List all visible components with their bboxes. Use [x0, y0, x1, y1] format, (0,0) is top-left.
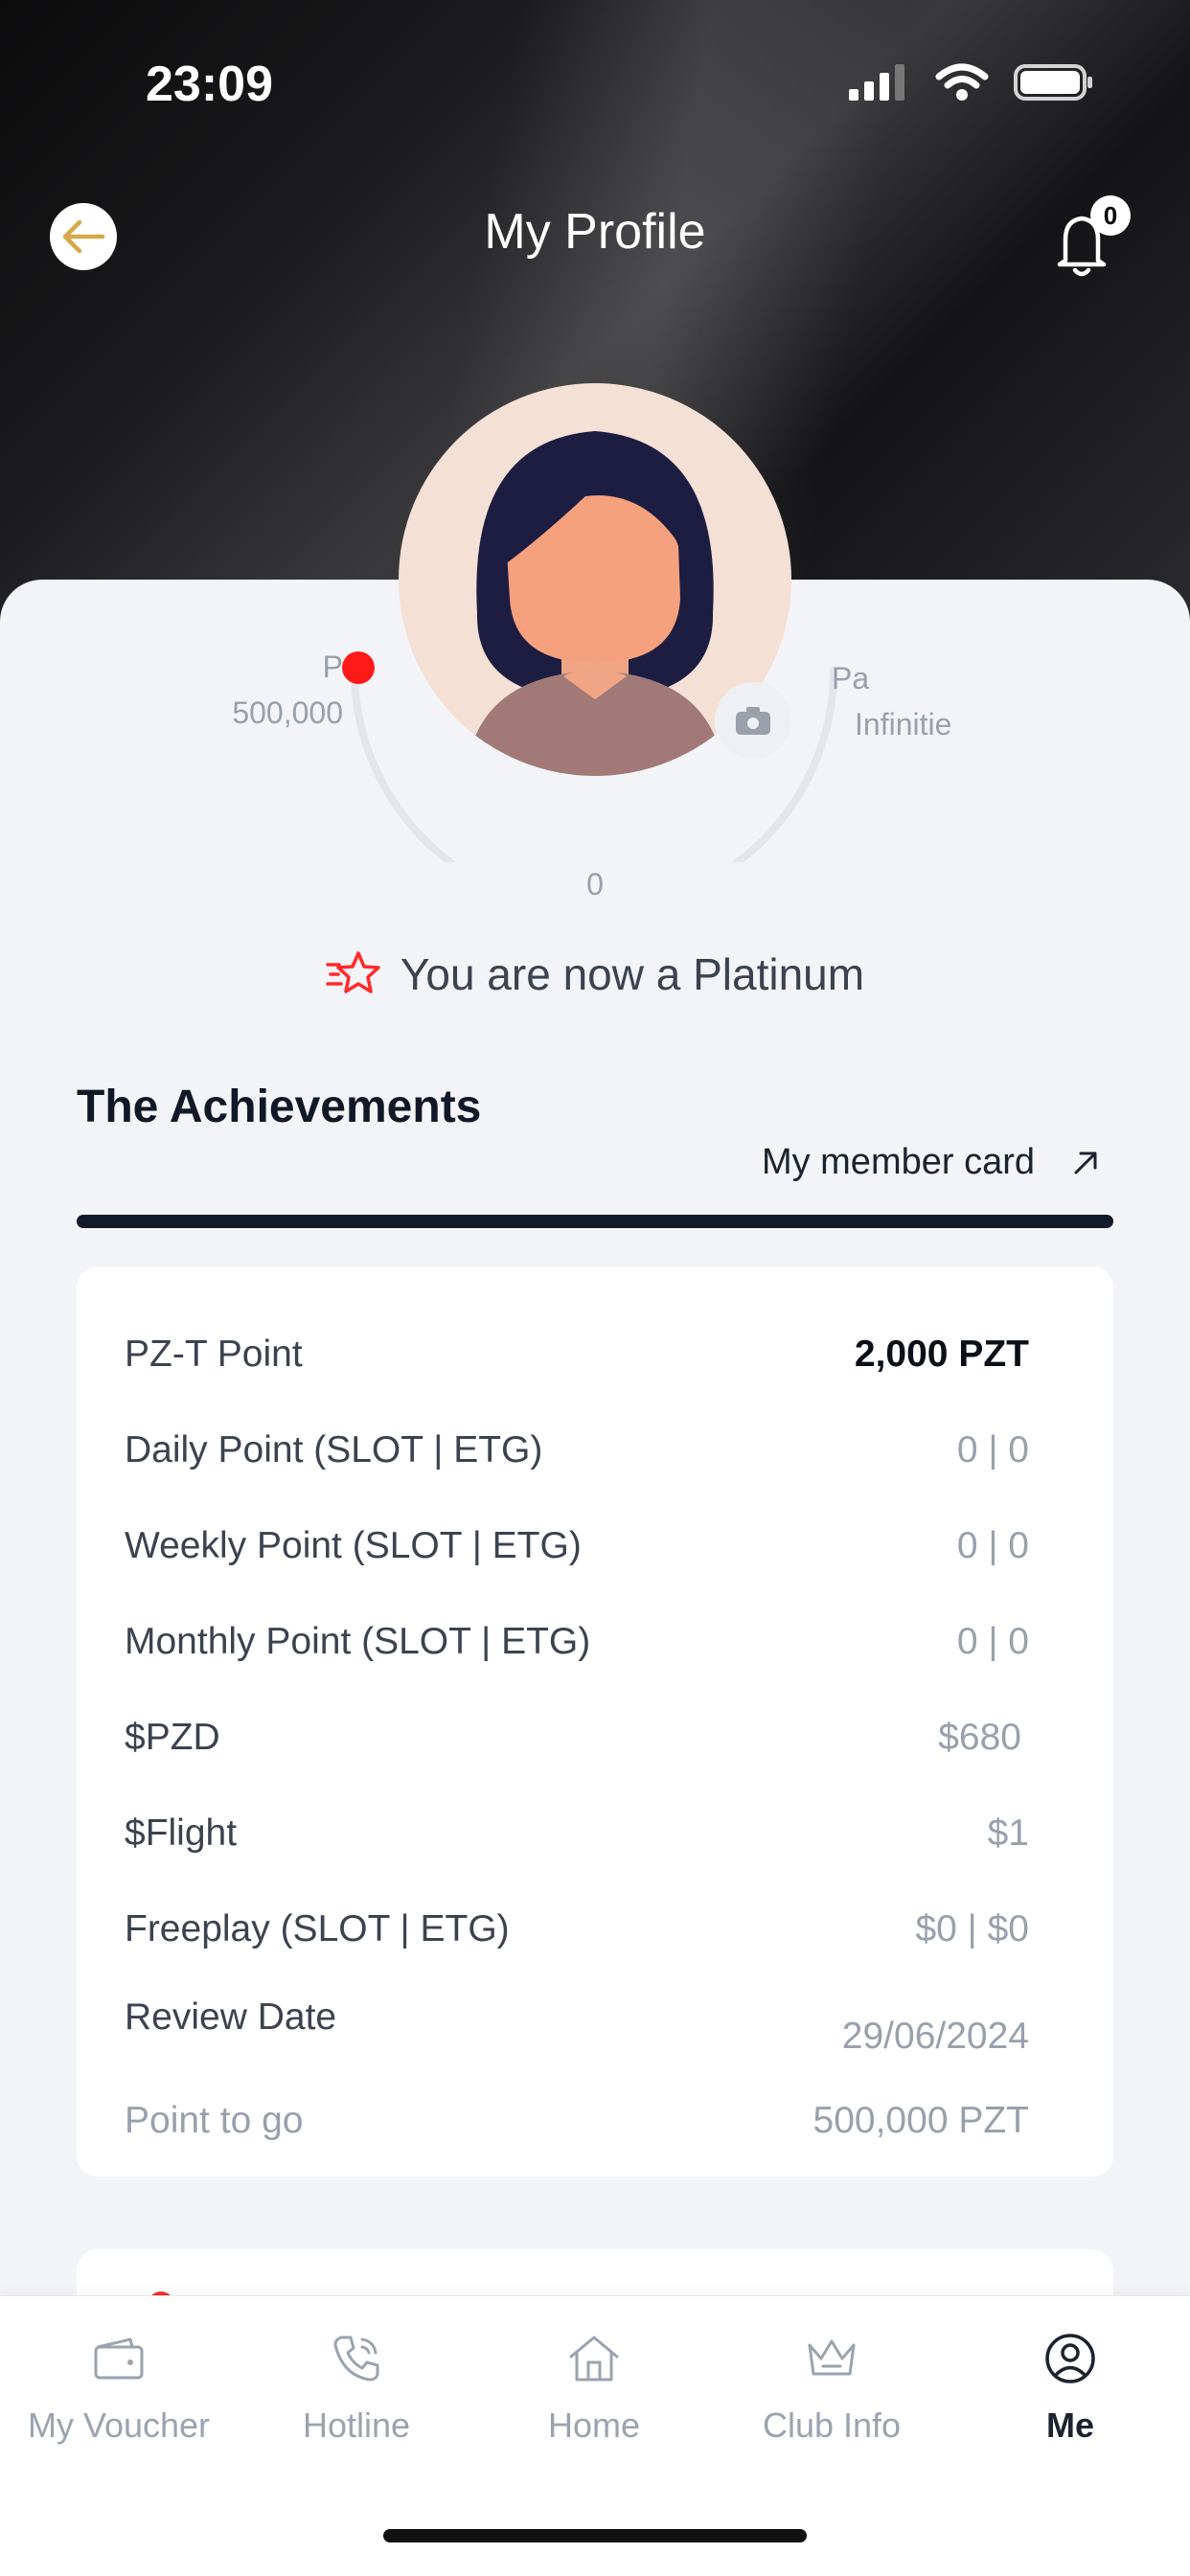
phone-icon	[333, 2336, 379, 2382]
achievements-title: The Achievements	[77, 1082, 482, 1132]
status-icons	[849, 63, 1094, 102]
stat-value: 0 | 0	[956, 1429, 1029, 1470]
next-tier-short: Pa	[832, 661, 870, 695]
stat-label: Review Date	[125, 1996, 337, 2038]
stat-value: 2,000 PZT	[854, 1334, 1029, 1375]
stat-row-weekly-point: Weekly Point (SLOT | ETG) 0 | 0	[125, 1517, 1029, 1575]
stat-row-point-to-go: Point to go 500,000 PZT	[125, 2092, 1029, 2150]
crown-icon	[808, 2339, 856, 2376]
stat-row-review-date: Review Date 29/06/2024	[125, 1996, 1029, 2073]
tab-label: My Voucher	[27, 2405, 211, 2445]
notification-button[interactable]: 0	[1039, 195, 1131, 284]
avatar[interactable]	[399, 383, 791, 776]
stat-label: Freeplay (SLOT | ETG)	[125, 1908, 510, 1949]
stat-value: $0 | $0	[915, 1908, 1029, 1949]
wallet-icon	[94, 2337, 144, 2380]
tab-label: Hotline	[302, 2405, 411, 2445]
tier-status: You are now a Platinum	[0, 948, 1190, 1000]
achievements-card: PZ-T Point 2,000 PZT Daily Point (SLOT |…	[77, 1266, 1113, 2177]
stat-row-flight: $Flight $1	[125, 1805, 1029, 1862]
stat-label: Monthly Point (SLOT | ETG)	[125, 1621, 591, 1662]
current-points: 0	[586, 867, 604, 901]
status-time: 23:09	[146, 57, 273, 112]
stat-row-pzt-point: PZ-T Point 2,000 PZT	[125, 1326, 1029, 1383]
stat-row-pzd: $PZD $680	[125, 1709, 1021, 1767]
stat-row-monthly-point: Monthly Point (SLOT | ETG) 0 | 0	[125, 1613, 1029, 1671]
current-tier-short: P	[322, 650, 343, 684]
home-icon	[569, 2336, 619, 2382]
stat-value: $1	[987, 1812, 1029, 1854]
stat-label: Point to go	[125, 2100, 304, 2141]
stat-row-daily-point: Daily Point (SLOT | ETG) 0 | 0	[125, 1422, 1029, 1479]
stat-value: 29/06/2024	[841, 2016, 1029, 2057]
page-title: My Profile	[484, 204, 706, 260]
tier-message: You are now a Platinum	[400, 949, 865, 999]
member-card-link[interactable]: My member card	[762, 1142, 1100, 1183]
arrow-up-right-icon	[1074, 1151, 1097, 1174]
stat-label: $Flight	[125, 1812, 238, 1854]
wifi-icon	[935, 63, 989, 101]
stat-value: $680	[938, 1717, 1021, 1758]
stat-label: Weekly Point (SLOT | ETG)	[125, 1525, 582, 1566]
tab-me[interactable]: Me	[950, 2325, 1190, 2446]
stat-value: 500,000 PZT	[812, 2100, 1029, 2141]
tab-home[interactable]: Home	[475, 2325, 713, 2446]
stat-label: Daily Point (SLOT | ETG)	[125, 1429, 543, 1470]
stat-label: $PZD	[125, 1717, 220, 1758]
stat-row-freeplay: Freeplay (SLOT | ETG) $0 | $0	[125, 1901, 1029, 1958]
member-card-label: My member card	[761, 1142, 1035, 1182]
current-tier-label: P 500,000	[211, 644, 343, 736]
notification-badge: 0	[1090, 195, 1131, 236]
tab-label: Me	[1045, 2405, 1094, 2445]
battery-icon	[1014, 64, 1092, 101]
user-circle-icon	[1045, 2334, 1095, 2383]
tab-label: Home	[547, 2405, 641, 2445]
tab-my-voucher[interactable]: My Voucher	[0, 2325, 238, 2446]
cellular-signal-icon	[849, 64, 904, 101]
next-tier-points: Infinitie	[855, 707, 952, 741]
change-photo-button[interactable]	[715, 682, 791, 759]
next-tier-label: Pa Infinitie	[832, 655, 951, 747]
achievements-progress-bar	[77, 1215, 1113, 1228]
progress-marker	[342, 651, 375, 684]
home-indicator	[383, 2529, 807, 2542]
stat-value: 0 | 0	[956, 1621, 1029, 1662]
stat-value: 0 | 0	[956, 1525, 1029, 1566]
tab-club-info[interactable]: Club Info	[713, 2325, 950, 2446]
tab-label: Club Info	[762, 2405, 902, 2445]
camera-icon	[736, 707, 770, 735]
current-tier-points: 500,000	[232, 695, 343, 730]
tab-hotline[interactable]: Hotline	[238, 2325, 475, 2446]
star-icon	[326, 951, 380, 993]
stat-label: PZ-T Point	[125, 1334, 303, 1375]
